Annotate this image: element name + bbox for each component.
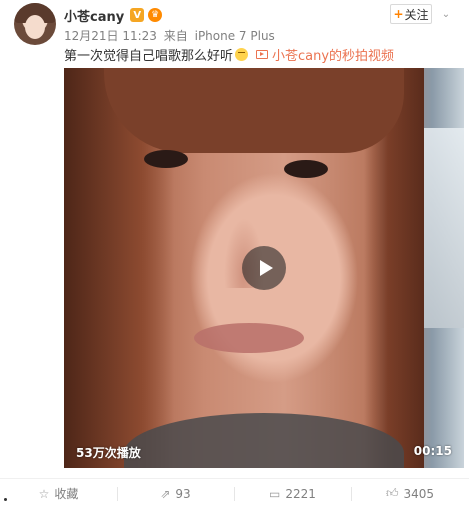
thumbs-up-icon: 👍︎ — [385, 486, 399, 500]
video-hair-bangs — [104, 68, 404, 153]
repost-icon: ⇗ — [160, 486, 171, 501]
star-icon: ☆ — [38, 486, 50, 501]
weibo-post: 小苍cany V ♛ 12月21日 11:23 来自 iPhone 7 Plus… — [0, 0, 469, 507]
post-text: 第一次觉得自己唱歌那么好听 — [64, 48, 234, 64]
video-eye-left — [144, 150, 188, 168]
chevron-down-icon[interactable]: ⌄ — [439, 10, 453, 20]
avatar-face — [25, 15, 45, 39]
play-button[interactable] — [242, 246, 286, 290]
comment-button[interactable]: ▭ 2221 — [234, 479, 351, 507]
member-badge-icon: ♛ — [148, 8, 163, 22]
source-prefix: 来自 — [163, 29, 188, 43]
repost-button[interactable]: ⇗ 93 — [117, 479, 234, 507]
video-lips — [194, 323, 304, 353]
bullet-dot — [4, 498, 7, 501]
video-link-icon — [256, 49, 269, 59]
like-count: 3405 — [403, 486, 435, 501]
username[interactable]: 小苍cany — [64, 6, 124, 25]
video-player[interactable]: 53万次播放 00:15 — [64, 68, 464, 468]
follow-button[interactable]: + 关注 — [390, 4, 432, 24]
plus-icon: + — [393, 7, 404, 21]
video-link-label: 小苍cany的秒拍视频 — [272, 48, 395, 64]
play-icon — [259, 260, 273, 276]
avatar[interactable] — [14, 3, 56, 45]
like-button[interactable]: 👍︎ 3405 — [351, 479, 469, 507]
favorite-button[interactable]: ☆ 收藏 — [0, 479, 117, 507]
video-eye-right — [284, 160, 328, 178]
post-source[interactable]: iPhone 7 Plus — [195, 29, 275, 43]
video-link[interactable]: 小苍cany的秒拍视频 — [256, 45, 394, 64]
comment-count: 2221 — [285, 486, 316, 501]
verified-badge-icon: V — [130, 8, 145, 22]
post-meta: 12月21日 11:23 来自 iPhone 7 Plus — [64, 27, 278, 44]
user-row: 小苍cany V ♛ — [64, 5, 163, 25]
comment-icon: ▭ — [269, 486, 281, 501]
play-count: 53万次播放 — [76, 446, 141, 460]
action-bar: ☆ 收藏 ⇗ 93 ▭ 2221 👍︎ 3405 — [0, 478, 469, 507]
video-duration: 00:15 — [413, 444, 452, 458]
favorite-label: 收藏 — [54, 487, 79, 501]
post-time[interactable]: 12月21日 11:23 — [64, 29, 157, 43]
emoji-icon — [235, 47, 249, 61]
follow-label: 关注 — [404, 7, 429, 22]
repost-count: 93 — [175, 486, 191, 501]
post-text-row: 第一次觉得自己唱歌那么好听 小苍cany的秒拍视频 — [64, 45, 394, 64]
